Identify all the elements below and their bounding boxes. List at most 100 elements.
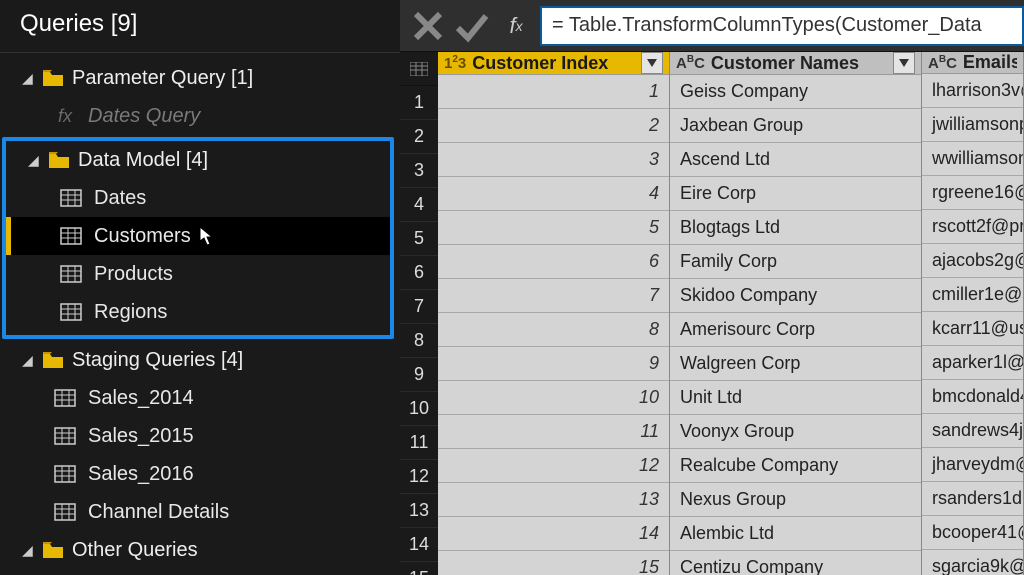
cell-customer-name[interactable]: Skidoo Company: [670, 279, 921, 313]
formula-cancel-button[interactable]: [408, 8, 448, 44]
cell-customer-index[interactable]: 11: [438, 415, 669, 449]
query-item-label: Products: [94, 263, 173, 286]
query-item[interactable]: Sales_2016: [0, 455, 400, 493]
query-group-header[interactable]: ◢Other Queries: [0, 531, 400, 569]
cell-customer-name[interactable]: Ascend Ltd: [670, 143, 921, 177]
cell-customer-index[interactable]: 1: [438, 75, 669, 109]
cell-customer-name[interactable]: Voonyx Group: [670, 415, 921, 449]
cell-customer-name[interactable]: Centizu Company: [670, 551, 921, 575]
table-icon: [60, 227, 82, 245]
column-header-customer-index[interactable]: 123 Customer Index: [438, 52, 669, 75]
query-item[interactable]: Channel Details: [0, 493, 400, 531]
cell-customer-index[interactable]: 10: [438, 381, 669, 415]
cell-email[interactable]: wwilliamson1g@: [922, 142, 1023, 176]
cell-customer-name[interactable]: Jaxbean Group: [670, 109, 921, 143]
query-item-label: Regions: [94, 301, 167, 324]
row-number[interactable]: 12: [400, 460, 438, 494]
query-group-header[interactable]: ◢Parameter Query [1]: [0, 59, 400, 97]
formula-bar: fx = Table.TransformColumnTypes(Customer…: [400, 0, 1024, 52]
expand-icon: ◢: [28, 152, 40, 169]
formula-commit-button[interactable]: [452, 8, 492, 44]
column-header-emails[interactable]: ABC Emails: [922, 52, 1023, 74]
folder-icon: [42, 69, 64, 87]
row-number[interactable]: 14: [400, 528, 438, 562]
cell-email[interactable]: jwilliamsonpk@: [922, 108, 1023, 142]
table-icon: [60, 265, 82, 283]
cell-customer-name[interactable]: Blogtags Ltd: [670, 211, 921, 245]
cell-customer-name[interactable]: Geiss Company: [670, 75, 921, 109]
cell-email[interactable]: rgreene16@dev: [922, 176, 1023, 210]
query-item[interactable]: Customers: [6, 217, 390, 255]
column-customer-names: ABC Customer Names Geiss CompanyJaxbean …: [670, 52, 922, 575]
queries-sidebar: Queries [9] ◢Parameter Query [1]fxDates …: [0, 0, 400, 575]
cell-email[interactable]: bmcdonald47@: [922, 380, 1023, 414]
cell-customer-name[interactable]: Realcube Company: [670, 449, 921, 483]
cell-customer-index[interactable]: 3: [438, 143, 669, 177]
cell-email[interactable]: kcarr11@ustrea: [922, 312, 1023, 346]
cell-customer-name[interactable]: Eire Corp: [670, 177, 921, 211]
cell-customer-name[interactable]: Walgreen Corp: [670, 347, 921, 381]
query-item-label: Dates: [94, 187, 146, 210]
cell-email[interactable]: rscott2f@printf: [922, 210, 1023, 244]
cell-customer-index[interactable]: 15: [438, 551, 669, 575]
queries-tree: ◢Parameter Query [1]fxDates Query ◢Data M…: [0, 53, 400, 575]
cell-customer-index[interactable]: 4: [438, 177, 669, 211]
table-icon: [60, 189, 82, 207]
row-number[interactable]: 5: [400, 222, 438, 256]
cell-customer-index[interactable]: 12: [438, 449, 669, 483]
row-number[interactable]: 1: [400, 86, 438, 120]
row-number[interactable]: 9: [400, 358, 438, 392]
row-number[interactable]: 6: [400, 256, 438, 290]
cell-customer-name[interactable]: Unit Ltd: [670, 381, 921, 415]
row-number[interactable]: 7: [400, 290, 438, 324]
cell-customer-index[interactable]: 7: [438, 279, 669, 313]
query-group-header[interactable]: ◢Data Model [4]: [6, 141, 390, 179]
query-item[interactable]: Products: [6, 255, 390, 293]
cell-customer-index[interactable]: 5: [438, 211, 669, 245]
cell-customer-index[interactable]: 8: [438, 313, 669, 347]
column-header-customer-names[interactable]: ABC Customer Names: [670, 52, 921, 75]
cell-customer-name[interactable]: Alembic Ltd: [670, 517, 921, 551]
cell-email[interactable]: sandrews4j@cis: [922, 414, 1023, 448]
row-number[interactable]: 15: [400, 562, 438, 575]
cell-email[interactable]: ajacobs2g@sea: [922, 244, 1023, 278]
cell-email[interactable]: cmiller1e@stat: [922, 278, 1023, 312]
cell-email[interactable]: bcooper41@gu: [922, 516, 1023, 550]
row-number[interactable]: 4: [400, 188, 438, 222]
row-number[interactable]: 8: [400, 324, 438, 358]
column-emails: ABC Emails lharrison3v@eejwilliamsonpk@w…: [922, 52, 1024, 575]
query-item-label: Sales_2014: [88, 387, 194, 410]
cell-customer-index[interactable]: 6: [438, 245, 669, 279]
query-group-header[interactable]: ◢Staging Queries [4]: [0, 341, 400, 379]
query-item[interactable]: Sales_2014: [0, 379, 400, 417]
cell-email[interactable]: lharrison3v@ee: [922, 74, 1023, 108]
row-number[interactable]: 10: [400, 392, 438, 426]
column-filter-button[interactable]: [641, 52, 663, 74]
row-number[interactable]: 13: [400, 494, 438, 528]
query-item[interactable]: fxDates Query: [0, 97, 400, 135]
query-item[interactable]: Dates: [6, 179, 390, 217]
query-item[interactable]: Sales_2015: [0, 417, 400, 455]
query-item-label: Dates Query: [88, 105, 200, 128]
sidebar-header: Queries [9]: [0, 0, 400, 53]
formula-input[interactable]: = Table.TransformColumnTypes(Customer_Da…: [540, 6, 1024, 46]
query-item[interactable]: Regions: [6, 293, 390, 331]
row-number[interactable]: 2: [400, 120, 438, 154]
cell-customer-name[interactable]: Amerisourc Corp: [670, 313, 921, 347]
cell-customer-index[interactable]: 14: [438, 517, 669, 551]
row-number[interactable]: 3: [400, 154, 438, 188]
cell-email[interactable]: rsanders1d@lat: [922, 482, 1023, 516]
query-item-label: Customers: [94, 225, 191, 248]
select-all-corner[interactable]: [400, 52, 438, 86]
row-number[interactable]: 11: [400, 426, 438, 460]
cell-customer-index[interactable]: 9: [438, 347, 669, 381]
cell-email[interactable]: jharveydm@ets: [922, 448, 1023, 482]
cell-customer-index[interactable]: 13: [438, 483, 669, 517]
cell-customer-name[interactable]: Family Corp: [670, 245, 921, 279]
mouse-cursor-icon: [199, 226, 213, 246]
cell-customer-index[interactable]: 2: [438, 109, 669, 143]
cell-email[interactable]: sgarcia9k@mv: [922, 550, 1023, 575]
column-filter-button[interactable]: [893, 52, 915, 74]
cell-customer-name[interactable]: Nexus Group: [670, 483, 921, 517]
cell-email[interactable]: aparker1l@pcw: [922, 346, 1023, 380]
